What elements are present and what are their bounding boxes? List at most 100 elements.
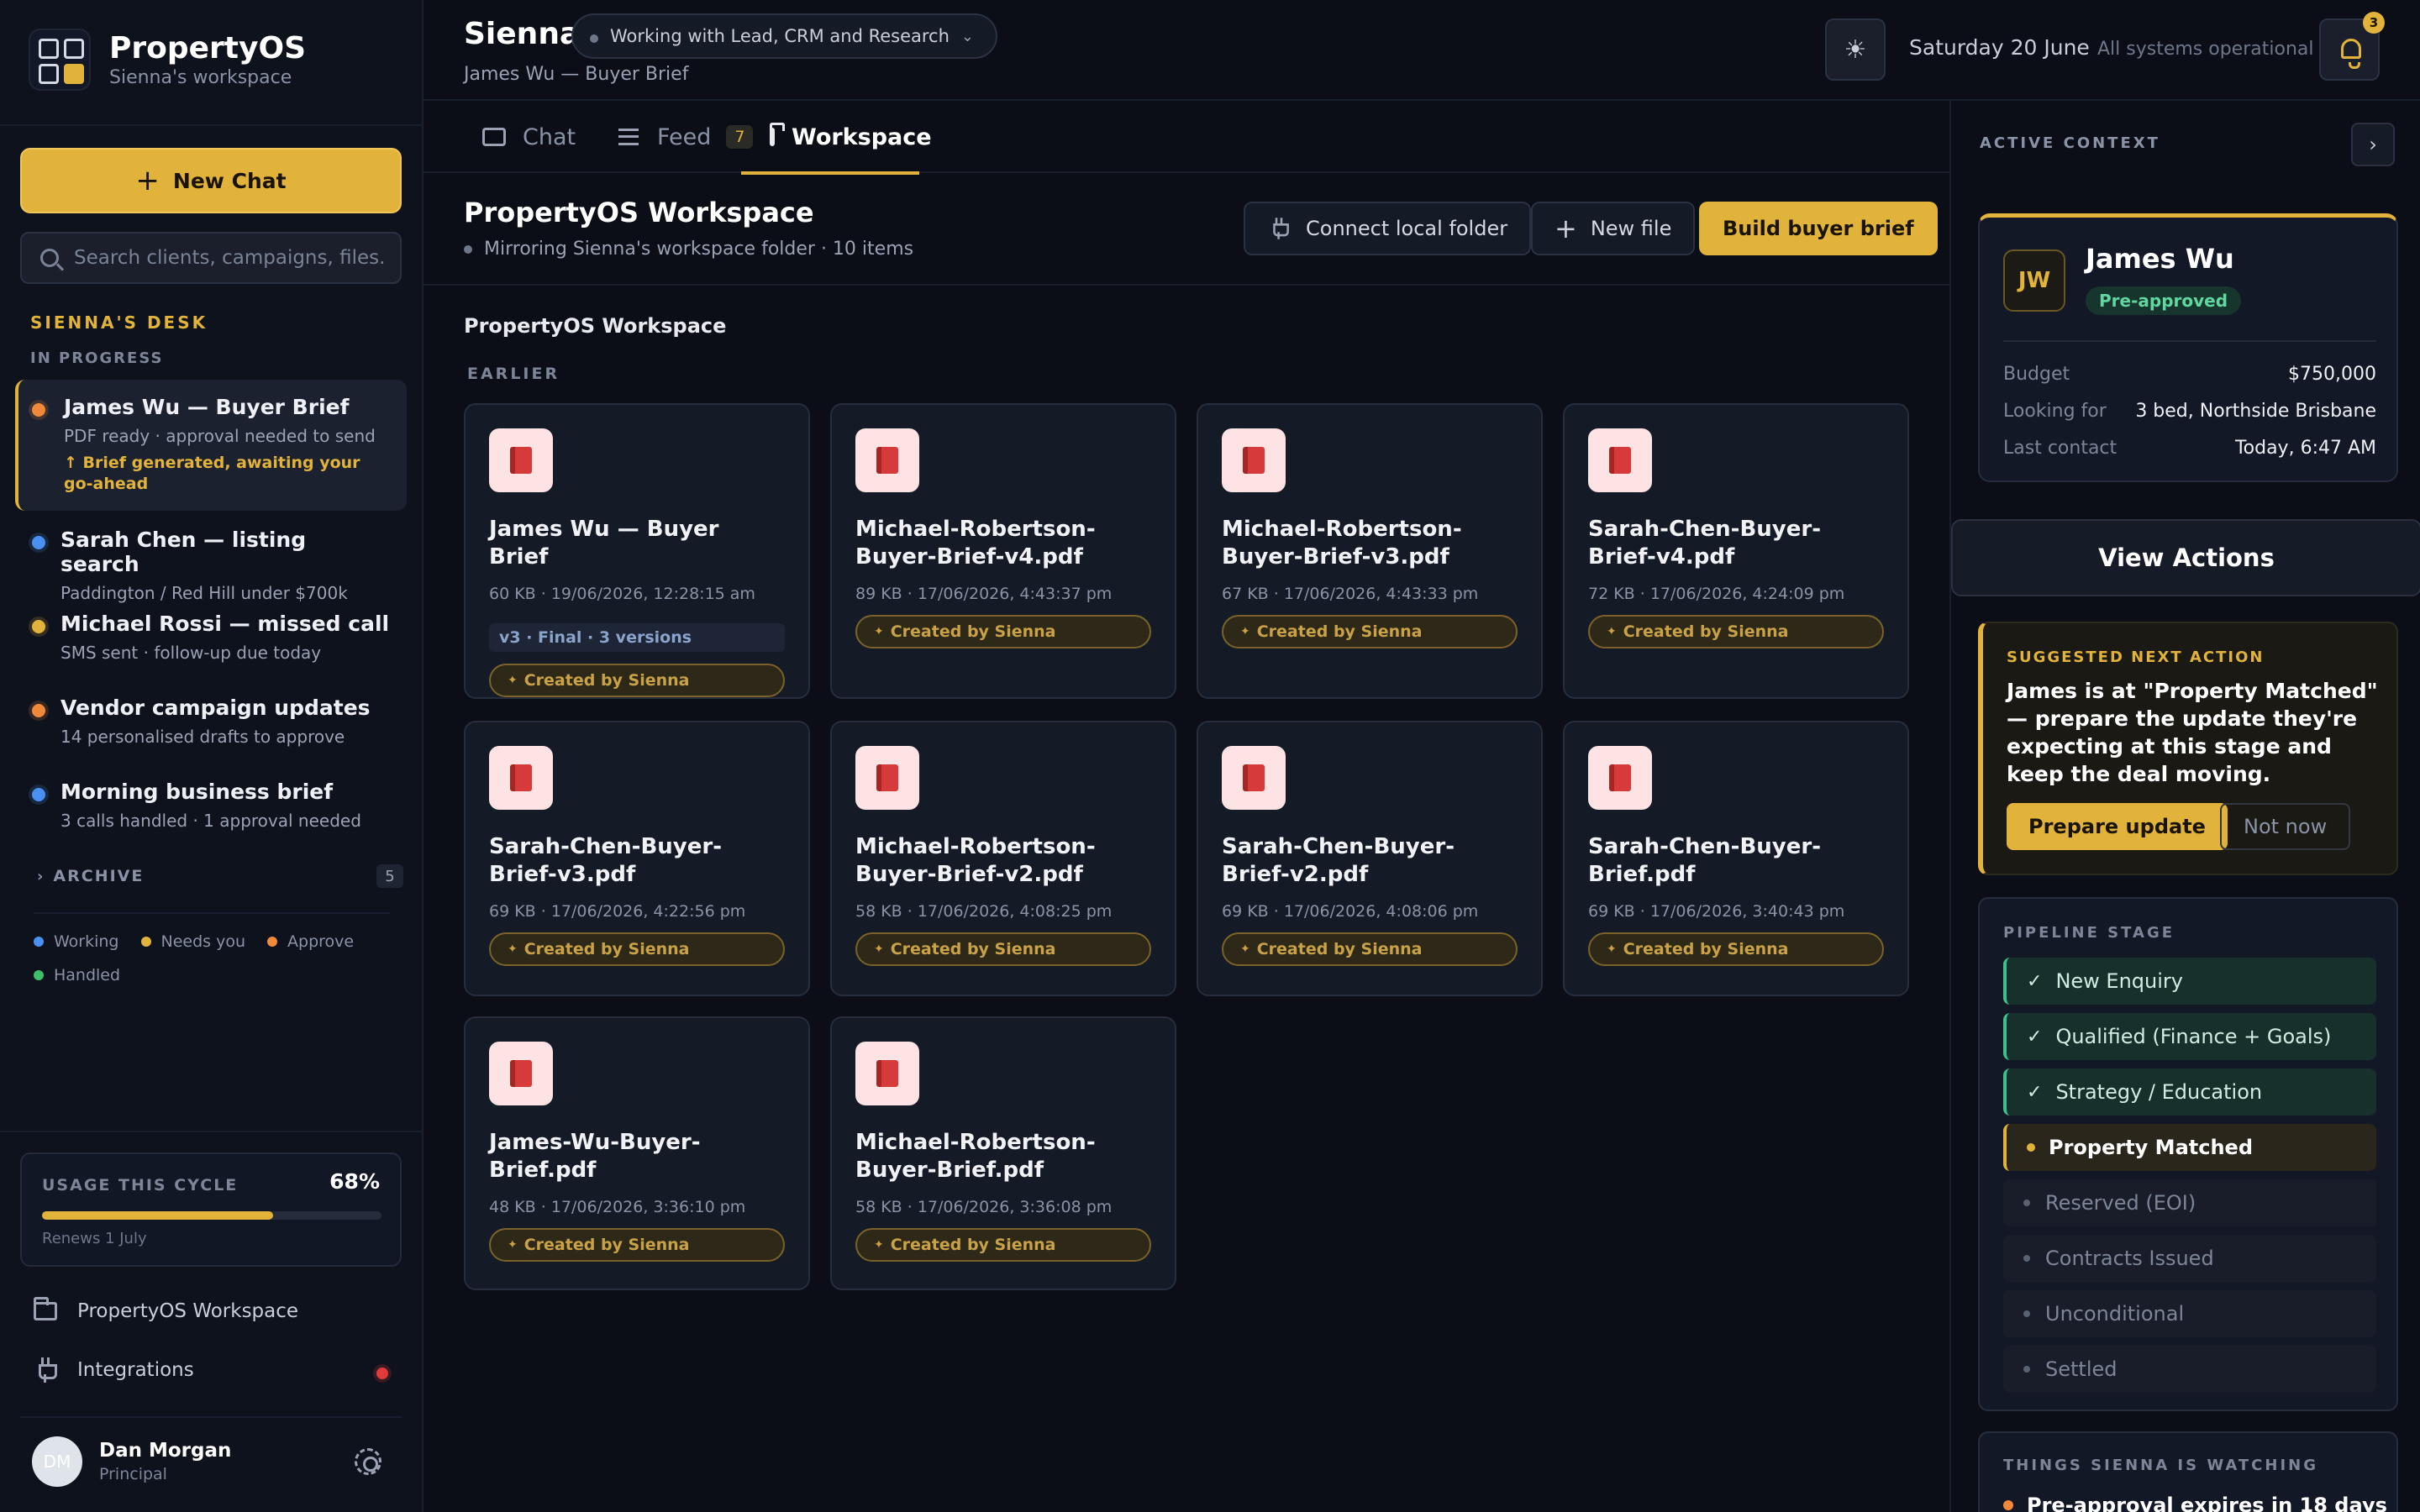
search-box[interactable] [20, 232, 402, 284]
created-by-label: Created by Sienna [890, 622, 1056, 641]
sparkle-icon: ✦ [508, 1238, 518, 1252]
watch-item[interactable]: Pre-approval expires in 18 days [2003, 1494, 2387, 1512]
notifications-button[interactable]: 3 [2319, 12, 2385, 81]
new-chat-button[interactable]: + New Chat [20, 148, 402, 213]
file-card[interactable]: Michael-Robertson-Buyer-Brief-v3.pdf 67 … [1197, 403, 1543, 699]
not-now-button[interactable]: Not now [2220, 803, 2351, 850]
divider [20, 1416, 402, 1418]
archive-toggle[interactable]: › ARCHIVE [37, 867, 144, 885]
pipeline-stage[interactable]: ✓ New Enquiry [2003, 958, 2376, 1005]
legend-item: Needs you [140, 932, 245, 951]
legend-label: Approve [287, 932, 355, 951]
stage-label: Contracts Issued [2045, 1247, 2214, 1270]
file-meta: 72 KB · 17/06/2026, 4:24:09 pm [1588, 585, 1845, 603]
group-heading: EARLIER [467, 365, 560, 383]
file-card[interactable]: Michael-Robertson-Buyer-Brief.pdf 58 KB … [830, 1016, 1176, 1290]
conversation-item-morning-brief[interactable]: Morning business brief 3 calls handled ·… [15, 764, 407, 846]
sparkle-icon: ✦ [874, 1238, 884, 1252]
stage-label: Reserved (EOI) [2045, 1191, 2196, 1215]
tab-feed[interactable]: Feed 7 [618, 101, 754, 173]
collapse-panel-button[interactable]: › [2351, 123, 2395, 166]
pdf-file-icon [1588, 428, 1652, 492]
tab-chat[interactable]: Chat [482, 101, 576, 173]
file-card[interactable]: James-Wu-Buyer-Brief.pdf 48 KB · 17/06/2… [464, 1016, 810, 1290]
usage-label: USAGE THIS CYCLE [42, 1176, 239, 1194]
workspace-header: PropertyOS Workspace Mirroring Sienna's … [424, 173, 1949, 286]
sparkle-icon: ✦ [874, 625, 884, 638]
sparkle-icon: ✦ [874, 942, 884, 956]
pipeline-stage[interactable]: ✓ Strategy / Education [2003, 1068, 2376, 1116]
file-card[interactable]: Sarah-Chen-Buyer-Brief-v3.pdf 69 KB · 17… [464, 721, 810, 996]
created-by-badge: ✦ Created by Sienna [855, 1228, 1151, 1262]
file-name: Sarah-Chen-Buyer-Brief-v3.pdf [489, 834, 722, 887]
pipeline-stage[interactable]: Contracts Issued [2003, 1235, 2376, 1282]
status-dot [32, 403, 45, 417]
plug-icon [1269, 218, 1289, 239]
folder-icon [34, 1297, 57, 1320]
file-meta: 69 KB · 17/06/2026, 4:08:06 pm [1222, 902, 1479, 921]
gear-icon[interactable] [355, 1448, 381, 1475]
main-panel: Chat Feed 7 Workspace PropertyOS Workspa… [424, 101, 1949, 1512]
conversation-item-vendor-campaign[interactable]: Vendor campaign updates 14 personalised … [15, 680, 407, 762]
brand[interactable]: PropertyOS Sienna's workspace [29, 29, 306, 91]
watch-item-label: Pre-approval expires in 18 days [2027, 1494, 2387, 1512]
new-file-button[interactable]: + New file [1531, 202, 1696, 255]
prepare-update-button[interactable]: Prepare update [2007, 803, 2228, 850]
build-buyer-brief-button[interactable]: Build buyer brief [1699, 202, 1938, 255]
conversation-item-michael-rossi[interactable]: Michael Rossi — missed call SMS sent · f… [15, 596, 407, 678]
connect-folder-button[interactable]: Connect local folder [1244, 202, 1532, 255]
pending-stage-dot [2023, 1310, 2030, 1317]
status-dot [32, 536, 45, 549]
status-dot [32, 704, 45, 717]
plus-icon: + [1555, 213, 1577, 244]
legend-item: Approve [267, 932, 354, 951]
conversation-subtitle: 14 personalised drafts to approve [60, 727, 345, 747]
pipeline-stage[interactable]: Settled [2003, 1346, 2376, 1393]
pdf-file-icon [489, 1042, 553, 1105]
file-card[interactable]: Michael-Robertson-Buyer-Brief-v4.pdf 89 … [830, 403, 1176, 699]
file-card[interactable]: Sarah-Chen-Buyer-Brief.pdf 69 KB · 17/06… [1563, 721, 1909, 996]
pdf-file-icon [855, 746, 919, 810]
sidebar-link-label: Integrations [77, 1359, 194, 1381]
file-card[interactable]: Sarah-Chen-Buyer-Brief-v4.pdf 72 KB · 17… [1563, 403, 1909, 699]
search-input[interactable] [74, 247, 385, 269]
pipeline-stage-card: PIPELINE STAGE ✓ New Enquiry ✓ Qualified (… [1978, 897, 2398, 1411]
created-by-badge: ✦ Created by Sienna [489, 932, 785, 966]
created-by-badge: ✦ Created by Sienna [489, 1228, 785, 1262]
workspace-subtitle: Mirroring Sienna's workspace folder · 10… [464, 239, 913, 260]
file-meta: 58 KB · 17/06/2026, 4:08:25 pm [855, 902, 1113, 921]
conversation-item-james-wu[interactable]: James Wu — Buyer Brief PDF ready · appro… [15, 380, 407, 511]
tab-workspace[interactable]: Workspace [741, 101, 932, 175]
pipeline-heading: PIPELINE STAGE [2003, 924, 2175, 942]
chevron-down-icon: ⌄ [960, 27, 975, 45]
pipeline-stage[interactable]: ✓ Qualified (Finance + Goals) [2003, 1013, 2376, 1060]
client-field: Last contact Today, 6:47 AM [2003, 438, 2376, 459]
section-title: PropertyOS Workspace [464, 314, 727, 338]
user-profile[interactable]: DM Dan Morgan Principal [32, 1436, 231, 1487]
sparkle-icon: ✦ [1607, 625, 1617, 638]
pipeline-stage[interactable]: Reserved (EOI) [2003, 1179, 2376, 1226]
theme-toggle-button[interactable]: ☀ [1825, 18, 1886, 81]
file-card[interactable]: James Wu — Buyer Brief 60 KB · 19/06/202… [464, 403, 810, 699]
status-dot [32, 620, 45, 633]
legend-dot [140, 937, 151, 947]
context-selector[interactable]: Working with Lead, CRM and Research ⌄ [571, 13, 998, 59]
status-dot [32, 788, 45, 801]
system-status: All systems operational [2097, 39, 2314, 60]
pipeline-stage[interactable]: Unconditional [2003, 1290, 2376, 1337]
legend-label: Working [54, 932, 119, 951]
view-actions-button[interactable]: View Actions [1951, 519, 2420, 596]
pipeline-stage-current[interactable]: Property Matched [2003, 1124, 2376, 1171]
pdf-file-icon [1222, 746, 1286, 810]
client-card[interactable]: JW James Wu Pre-approved Budget $750,000 … [1978, 213, 2398, 482]
suggested-action-heading: SUGGESTED NEXT ACTION [2007, 648, 2265, 666]
sidebar-link-workspace[interactable]: PropertyOS Workspace [34, 1297, 298, 1322]
file-card[interactable]: Sarah-Chen-Buyer-Brief-v2.pdf 69 KB · 17… [1197, 721, 1543, 996]
tab-label: Workspace [792, 123, 932, 150]
notification-count-badge: 3 [2363, 12, 2385, 34]
plus-icon: + [135, 164, 160, 197]
file-name: Sarah-Chen-Buyer-Brief-v4.pdf [1588, 517, 1821, 570]
sidebar-link-integrations[interactable]: Integrations [34, 1357, 194, 1383]
file-card[interactable]: Michael-Robertson-Buyer-Brief-v2.pdf 58 … [830, 721, 1176, 996]
check-icon: ✓ [2027, 1081, 2043, 1103]
